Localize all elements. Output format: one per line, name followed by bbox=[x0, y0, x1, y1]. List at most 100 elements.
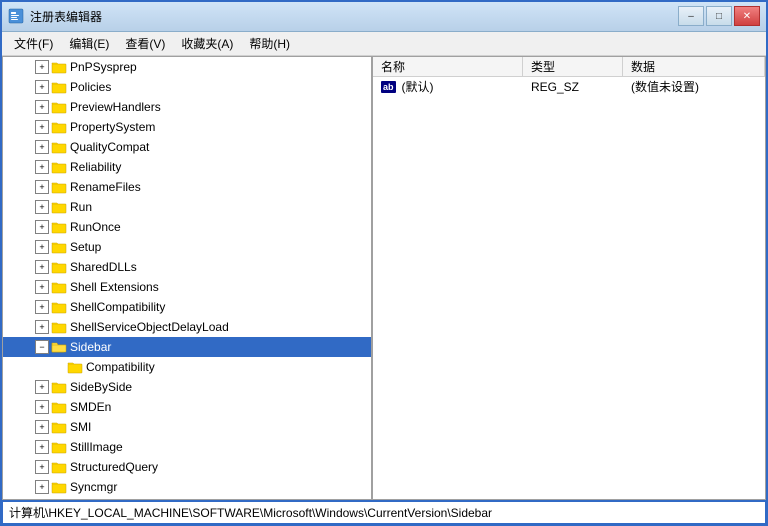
tree-item-qualitycompat[interactable]: + QualityCompat bbox=[3, 137, 371, 157]
tree-item-renamefiles[interactable]: + RenameFiles bbox=[3, 177, 371, 197]
tree-pane[interactable]: + PnPSysprep+ Policies+ PreviewHandlers+… bbox=[3, 57, 373, 500]
tree-item-smi[interactable]: + SMI bbox=[3, 417, 371, 437]
ab-icon: ab bbox=[381, 81, 396, 93]
folder-closed-icon bbox=[51, 380, 67, 394]
expand-icon[interactable]: + bbox=[35, 120, 49, 134]
folder-closed-icon bbox=[51, 200, 67, 214]
column-headers: 名称 类型 数据 bbox=[373, 57, 765, 77]
tree-item-run[interactable]: + Run bbox=[3, 197, 371, 217]
tree-item-label: SideBySide bbox=[70, 380, 132, 394]
window-controls: – □ ✕ bbox=[678, 6, 760, 26]
expand-icon[interactable]: + bbox=[35, 460, 49, 474]
expand-icon[interactable]: + bbox=[35, 200, 49, 214]
expand-icon[interactable]: + bbox=[35, 240, 49, 254]
folder-closed-icon bbox=[51, 260, 67, 274]
folder-closed-icon bbox=[51, 320, 67, 334]
tree-item-label: Syncmgr bbox=[70, 480, 117, 494]
tree-item-shareddlls[interactable]: + SharedDLLs bbox=[3, 257, 371, 277]
reg-row-0[interactable]: ab (默认) REG_SZ (数值未设置) bbox=[373, 77, 765, 97]
tree-item-label: Reliability bbox=[70, 160, 121, 174]
col-header-data: 数据 bbox=[623, 57, 765, 76]
expand-icon[interactable]: + bbox=[35, 60, 49, 74]
close-button[interactable]: ✕ bbox=[734, 6, 760, 26]
tree-item-label: RunOnce bbox=[70, 220, 121, 234]
menu-edit[interactable]: 编辑(E) bbox=[61, 33, 117, 54]
tree-item-syncmgr[interactable]: + Syncmgr bbox=[3, 477, 371, 497]
tree-item-compatibility[interactable]: Compatibility bbox=[3, 357, 371, 377]
tree-item-shellserviceobjectdelayload[interactable]: + ShellServiceObjectDelayLoad bbox=[3, 317, 371, 337]
tree-item-sidebar[interactable]: − Sidebar bbox=[3, 337, 371, 357]
col-header-name: 名称 bbox=[373, 57, 523, 76]
tree-item-label: QualityCompat bbox=[70, 140, 149, 154]
expand-icon[interactable]: + bbox=[35, 300, 49, 314]
title-bar: 注册表编辑器 – □ ✕ bbox=[2, 2, 766, 32]
tree-item-reliability[interactable]: + Reliability bbox=[3, 157, 371, 177]
tree-item-label: Run bbox=[70, 200, 92, 214]
folder-closed-icon bbox=[51, 460, 67, 474]
folder-closed-icon bbox=[51, 280, 67, 294]
tree-item-label: Setup bbox=[70, 240, 101, 254]
minimize-button[interactable]: – bbox=[678, 6, 704, 26]
tree-item-label: RenameFiles bbox=[70, 180, 141, 194]
tree-item-label: SMI bbox=[70, 420, 91, 434]
menu-help[interactable]: 帮助(H) bbox=[241, 33, 298, 54]
tree-item-previewhandlers[interactable]: + PreviewHandlers bbox=[3, 97, 371, 117]
reg-name-text: (默认) bbox=[402, 78, 434, 95]
tree-item-label: Shell Extensions bbox=[70, 280, 159, 294]
expand-icon[interactable]: + bbox=[35, 440, 49, 454]
tree-item-label: SMDEn bbox=[70, 400, 111, 414]
folder-closed-icon bbox=[51, 400, 67, 414]
tree-item-runonce[interactable]: + RunOnce bbox=[3, 217, 371, 237]
folder-closed-icon bbox=[51, 60, 67, 74]
tree-item-label: ShellCompatibility bbox=[70, 300, 165, 314]
tree-item-smden[interactable]: + SMDEn bbox=[3, 397, 371, 417]
expand-icon[interactable]: + bbox=[35, 420, 49, 434]
expand-icon[interactable]: − bbox=[35, 340, 49, 354]
folder-closed-icon bbox=[51, 160, 67, 174]
maximize-button[interactable]: □ bbox=[706, 6, 732, 26]
menu-file[interactable]: 文件(F) bbox=[6, 33, 61, 54]
expand-icon[interactable]: + bbox=[35, 280, 49, 294]
expand-icon[interactable]: + bbox=[35, 260, 49, 274]
menu-favorites[interactable]: 收藏夹(A) bbox=[173, 33, 241, 54]
folder-closed-icon bbox=[51, 100, 67, 114]
tree-item-label: SharedDLLs bbox=[70, 260, 137, 274]
tree-item-propertysystem[interactable]: + PropertySystem bbox=[3, 117, 371, 137]
expand-icon[interactable]: + bbox=[35, 320, 49, 334]
tree-item-setup[interactable]: + Setup bbox=[3, 237, 371, 257]
tree-item-structuredquery[interactable]: + StructuredQuery bbox=[3, 457, 371, 477]
tree-item-pnpsysprep[interactable]: + PnPSysprep bbox=[3, 57, 371, 77]
tree-item-label: StructuredQuery bbox=[70, 460, 158, 474]
tree-item-label: PnPSysprep bbox=[70, 60, 137, 74]
expand-icon[interactable]: + bbox=[35, 160, 49, 174]
tree-item-stillimage[interactable]: + StillImage bbox=[3, 437, 371, 457]
folder-closed-icon bbox=[51, 180, 67, 194]
col-header-type: 类型 bbox=[523, 57, 623, 76]
folder-closed-icon bbox=[51, 420, 67, 434]
expand-icon[interactable]: + bbox=[35, 400, 49, 414]
tree-item-label: Sidebar bbox=[70, 340, 111, 354]
expand-icon[interactable]: + bbox=[35, 100, 49, 114]
expand-icon[interactable]: + bbox=[35, 140, 49, 154]
reg-data-cell: (数值未设置) bbox=[623, 78, 765, 95]
folder-closed-icon bbox=[51, 140, 67, 154]
tree-item-policies[interactable]: + Policies bbox=[3, 77, 371, 97]
folder-closed-icon bbox=[51, 240, 67, 254]
tree-item-shellcompatibility[interactable]: + ShellCompatibility bbox=[3, 297, 371, 317]
status-bar: 计算机\HKEY_LOCAL_MACHINE\SOFTWARE\Microsof… bbox=[2, 500, 766, 524]
expand-icon[interactable]: + bbox=[35, 220, 49, 234]
folder-closed-icon bbox=[51, 220, 67, 234]
menu-view[interactable]: 查看(V) bbox=[117, 33, 173, 54]
tree-item-sidebyside[interactable]: + SideBySide bbox=[3, 377, 371, 397]
tree-item-label: Compatibility bbox=[86, 360, 155, 374]
folder-closed-icon bbox=[51, 120, 67, 134]
expand-icon[interactable]: + bbox=[35, 180, 49, 194]
tree-item-label: Policies bbox=[70, 80, 111, 94]
expand-icon[interactable]: + bbox=[35, 80, 49, 94]
expand-icon[interactable]: + bbox=[35, 480, 49, 494]
expand-icon[interactable]: + bbox=[35, 380, 49, 394]
tree-item-shellextensions[interactable]: + Shell Extensions bbox=[3, 277, 371, 297]
tree-item-label: StillImage bbox=[70, 440, 123, 454]
window-title: 注册表编辑器 bbox=[30, 8, 678, 25]
folder-open-icon bbox=[51, 340, 67, 354]
